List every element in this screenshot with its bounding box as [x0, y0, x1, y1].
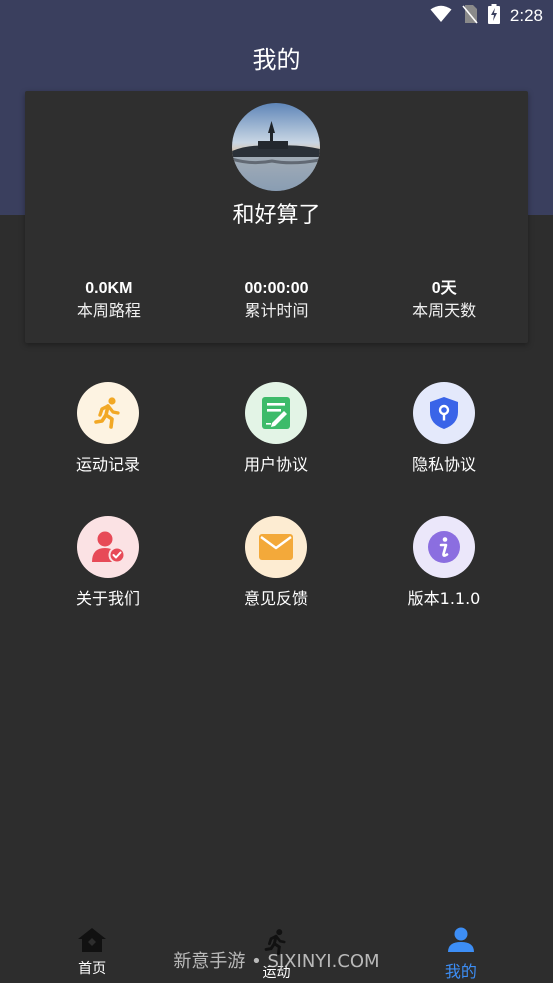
status-bar: 2:28: [0, 0, 553, 32]
menu-item-feedback[interactable]: 意见反馈: [192, 516, 360, 610]
menu-item-about-us[interactable]: 关于我们: [24, 516, 192, 610]
menu-item-label: 用户协议: [243, 455, 308, 474]
battery-charging-icon: [487, 4, 500, 28]
menu-item-label: 版本1.1.0: [407, 589, 481, 608]
menu-item-label: 隐私协议: [411, 455, 476, 474]
nav-label: 首页: [78, 961, 107, 977]
menu-item-label: 关于我们: [75, 589, 140, 608]
stat-label: 累计时间: [244, 301, 309, 320]
stats-row: 0.0KM 本周路程 00:00:00 累计时间 0天 本周天数: [25, 279, 528, 323]
menu-item-version[interactable]: 版本1.1.0: [360, 516, 528, 610]
user-check-icon: [77, 516, 139, 578]
running-icon: [77, 382, 139, 444]
stat-value: 00:00:00: [244, 280, 309, 297]
nav-label: 运动: [262, 965, 291, 981]
page-title: 我的: [252, 46, 301, 74]
stat-value: 0天: [431, 280, 457, 297]
menu-item-label: 意见反馈: [243, 589, 308, 608]
stat-total-time: 00:00:00 累计时间: [193, 279, 361, 323]
document-edit-icon: [245, 382, 307, 444]
stat-weekly-distance: 0.0KM 本周路程: [25, 279, 193, 323]
menu-item-label: 运动记录: [75, 455, 140, 474]
nav-item-sport[interactable]: 运动: [184, 923, 368, 983]
menu-item-exercise-records[interactable]: 运动记录: [24, 382, 192, 476]
user-icon: [447, 927, 475, 957]
avatar[interactable]: [232, 103, 320, 191]
nav-item-home[interactable]: 首页: [0, 923, 184, 983]
menu-item-privacy-agreement[interactable]: 隐私协议: [360, 382, 528, 476]
mail-icon: [245, 516, 307, 578]
username: 和好算了: [232, 203, 321, 228]
wifi-icon: [430, 5, 452, 27]
status-time: 2:28: [509, 6, 543, 25]
nav-label: 我的: [444, 962, 477, 981]
bottom-nav: 首页 运动 我的: [0, 923, 553, 983]
stat-label: 本周天数: [412, 301, 477, 320]
profile-card: 和好算了 0.0KM 本周路程 00:00:00 累计时间 0天 本周天数: [25, 91, 528, 343]
stat-value: 0.0KM: [85, 280, 133, 297]
info-icon: [413, 516, 475, 578]
run-icon: [262, 927, 290, 961]
home-icon: [77, 927, 107, 957]
no-sim-icon: [462, 4, 478, 28]
menu-grid: 运动记录 用户协议 隐私协议 关于我们 意见反馈 版本1.1.0: [24, 382, 528, 610]
stat-label: 本周路程: [76, 301, 141, 320]
nav-item-mine[interactable]: 我的: [369, 923, 553, 983]
profile-screen: 2:28 我的 和好算了 0.0KM 本周路程 00:00:00 累计时间 0天…: [0, 0, 553, 983]
shield-lock-icon: [413, 382, 475, 444]
menu-item-user-agreement[interactable]: 用户协议: [192, 382, 360, 476]
stat-weekly-days: 0天 本周天数: [360, 279, 528, 323]
